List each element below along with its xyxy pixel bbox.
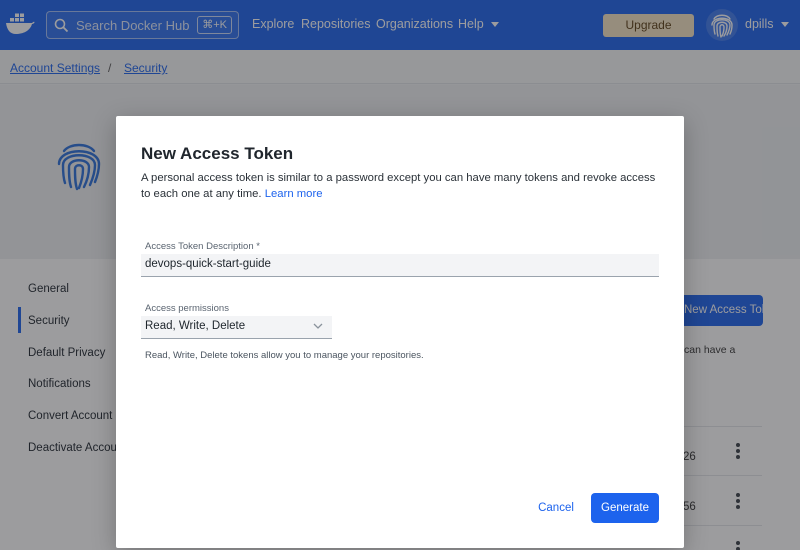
dialog-description-text: A personal access token is similar to a … <box>141 172 656 200</box>
permissions-help-text: Read, Write, Delete tokens allow you to … <box>145 350 424 361</box>
dialog-title: New Access Token <box>141 144 294 163</box>
access-permissions-label: Access permissions <box>145 303 229 314</box>
access-permissions-select[interactable]: Read, Write, Delete <box>141 316 332 339</box>
new-access-token-dialog: New Access Token A personal access token… <box>116 116 684 548</box>
generate-button[interactable]: Generate <box>591 493 659 523</box>
token-description-label: Access Token Description * <box>145 241 260 252</box>
chevron-down-icon <box>313 323 323 329</box>
learn-more-link[interactable]: Learn more <box>265 188 323 200</box>
cancel-button[interactable]: Cancel <box>527 493 585 523</box>
access-permissions-value: Read, Write, Delete <box>145 320 246 332</box>
token-description-input[interactable]: devops-quick-start-guide <box>141 254 659 277</box>
dialog-description: A personal access token is similar to a … <box>141 171 661 202</box>
